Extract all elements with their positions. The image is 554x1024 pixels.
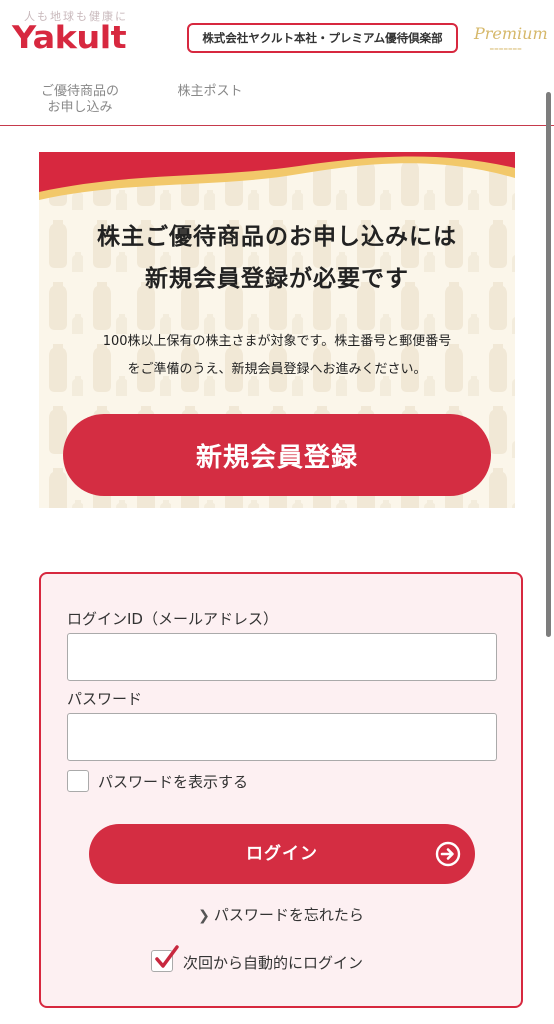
banner-description: 100株以上保有の株主さまが対象です。株主番号と郵便番号 をご準備のうえ、新規会…: [39, 328, 515, 384]
scrollbar[interactable]: [546, 92, 551, 637]
chevron-right-icon: ❯: [198, 908, 210, 924]
password-label: パスワード: [67, 690, 143, 708]
nav-item-shareholder-post[interactable]: 株主ポスト: [160, 84, 260, 100]
checkmark-icon: [155, 945, 179, 968]
site-header: 人も地球も健康に Yakult 株式会社ヤクルト本社・プレミアム優待倶楽部 Pr…: [0, 0, 554, 72]
banner-title-line1: 株主ご優待商品のお申し込みには: [97, 224, 457, 250]
arrow-circle-right-icon: [435, 841, 461, 867]
premium-logo-subline: ━━━━━━━: [490, 46, 523, 53]
nav-item-label-line2: お申し込み: [47, 100, 113, 115]
banner-desc-line1: 100株以上保有の株主さまが対象です。株主番号と郵便番号: [102, 334, 452, 349]
banner-desc-line2: をご準備のうえ、新規会員登録へお進みください。: [127, 362, 427, 377]
nav-item-label-line1: ご優待商品の: [40, 84, 119, 99]
auto-login-label: 次回から自動的にログイン: [183, 954, 364, 972]
banner-title: 株主ご優待商品のお申し込みには 新規会員登録が必要です: [39, 216, 515, 300]
nav-item-benefit-application[interactable]: ご優待商品の お申し込み: [30, 84, 130, 116]
login-button[interactable]: ログイン: [89, 824, 475, 884]
login-form: ログインID（メールアドレス） パスワード パスワードを表示する ログイン ❯ パ…: [39, 572, 523, 1008]
main-nav: ご優待商品の お申し込み 株主ポスト: [0, 76, 554, 126]
registration-banner: 株主ご優待商品のお申し込みには 新規会員登録が必要です 100株以上保有の株主さ…: [39, 152, 515, 508]
login-id-label: ログインID（メールアドレス）: [67, 610, 278, 628]
forgot-password-label: パスワードを忘れたら: [213, 906, 364, 924]
premium-logo: Premium ━━━━━━━: [470, 22, 548, 56]
premium-logo-text: Premium: [474, 24, 548, 43]
banner-wave-decoration: [39, 152, 515, 200]
new-member-register-button[interactable]: 新規会員登録: [63, 414, 491, 496]
login-button-label: ログイン: [246, 844, 318, 864]
forgot-password-link[interactable]: ❯ パスワードを忘れたら: [41, 904, 521, 925]
password-input[interactable]: [67, 713, 497, 761]
club-name-badge[interactable]: 株式会社ヤクルト本社・プレミアム優待倶楽部: [187, 23, 458, 53]
login-id-input[interactable]: [67, 633, 497, 681]
show-password-checkbox[interactable]: [67, 770, 89, 792]
show-password-label[interactable]: パスワードを表示する: [98, 771, 248, 792]
yakult-logo[interactable]: Yakult: [12, 20, 127, 56]
banner-title-line2: 新規会員登録が必要です: [145, 266, 409, 292]
